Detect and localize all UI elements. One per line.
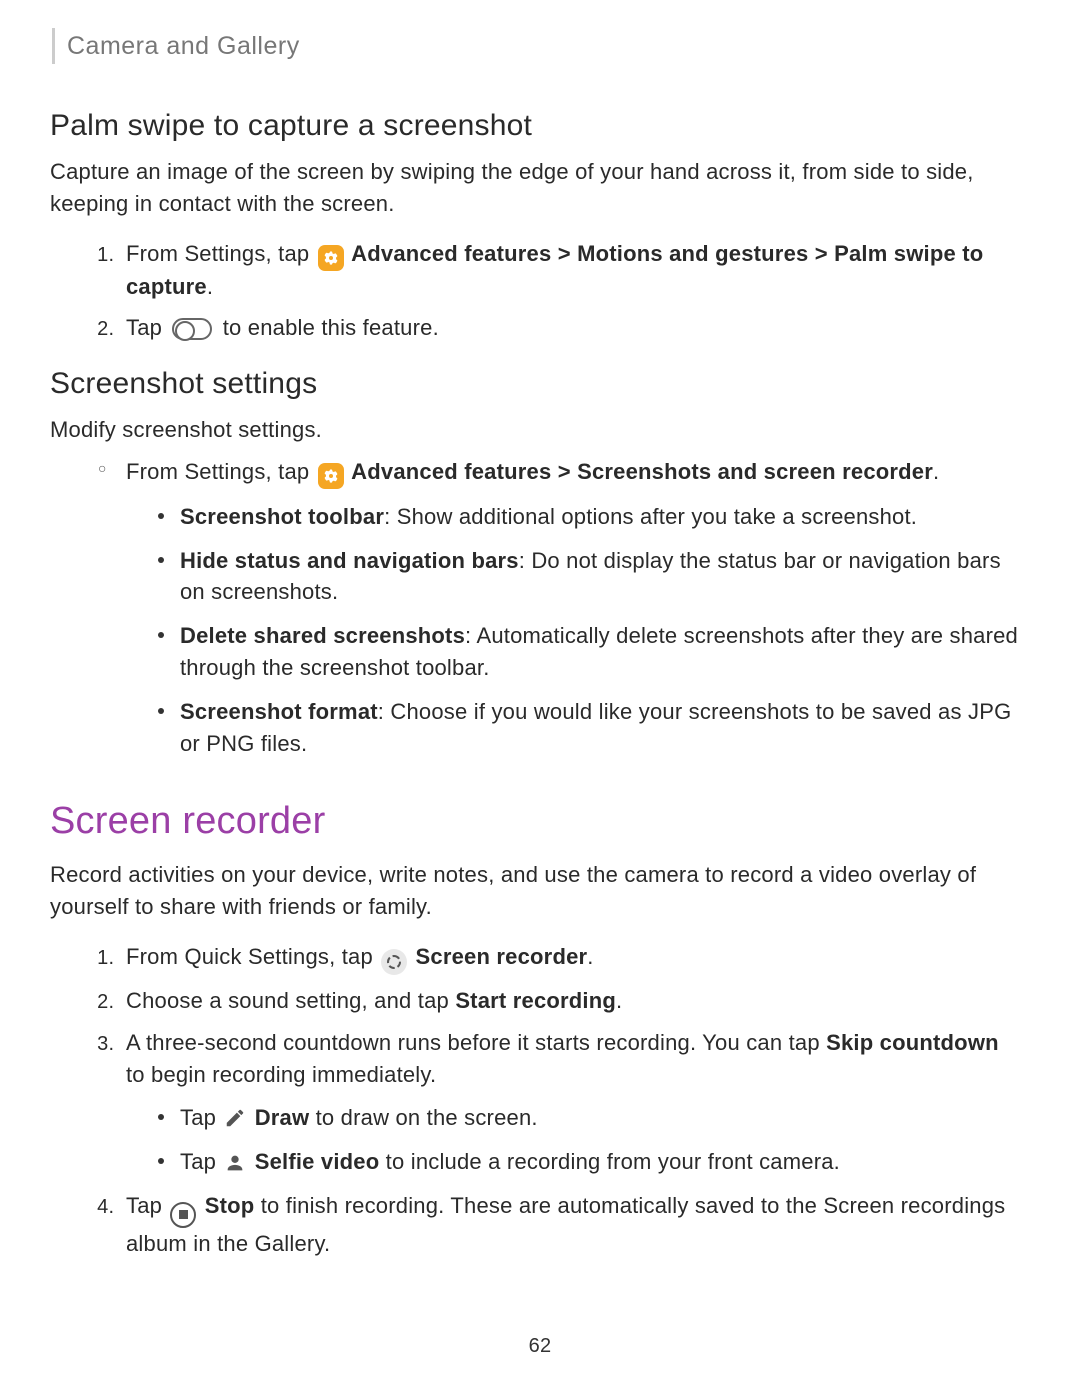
rec-step-4: Tap Stop to finish recording. These are …: [120, 1190, 1020, 1259]
rec-sub-draw: Tap Draw to draw on the screen.: [156, 1102, 1020, 1134]
opt-toolbar: Screenshot toolbar: Show additional opti…: [156, 501, 1020, 533]
text: From Settings, tap: [126, 241, 316, 266]
text-bold: Start recording: [455, 988, 616, 1013]
text-bold: Selfie video: [248, 1149, 379, 1174]
label: Delete shared screenshots: [180, 623, 465, 648]
text: .: [616, 988, 622, 1013]
opt-format: Screenshot format: Choose if you would l…: [156, 696, 1020, 760]
advanced-features-icon: [318, 463, 344, 489]
palm-step-1: From Settings, tap Advanced features > M…: [120, 238, 1020, 303]
heading-screenshot-settings: Screenshot settings: [50, 362, 1020, 406]
advanced-features-icon: [318, 245, 344, 271]
screen-recorder-intro: Record activities on your device, write …: [50, 859, 1020, 923]
screenshot-options: Screenshot toolbar: Show additional opti…: [126, 501, 1020, 760]
toggle-icon: [172, 318, 212, 340]
palm-swipe-steps: From Settings, tap Advanced features > M…: [50, 238, 1020, 345]
rec-step-2: Choose a sound setting, and tap Start re…: [120, 985, 1020, 1017]
text: Tap: [126, 1193, 168, 1218]
text: to finish recording. These are automatic…: [126, 1193, 1005, 1256]
palm-step-2: Tap to enable this feature.: [120, 312, 1020, 344]
label: Screenshot format: [180, 699, 378, 724]
text: to begin recording immediately.: [126, 1062, 436, 1087]
rec-sub-options: Tap Draw to draw on the screen. Tap Self…: [126, 1102, 1020, 1178]
text-bold: Stop: [198, 1193, 254, 1218]
heading-palm-swipe: Palm swipe to capture a screenshot: [50, 104, 1020, 148]
text: to enable this feature.: [216, 315, 439, 340]
text: Choose a sound setting, and tap: [126, 988, 455, 1013]
heading-screen-recorder: Screen recorder: [50, 794, 1020, 849]
text: .: [933, 459, 939, 484]
rec-step-3: A three-second countdown runs before it …: [120, 1027, 1020, 1179]
text-bold: Screen recorder: [409, 944, 587, 969]
label: Screenshot toolbar: [180, 504, 384, 529]
opt-hide-bars: Hide status and navigation bars: Do not …: [156, 545, 1020, 609]
opt-delete-shared: Delete shared screenshots: Automatically…: [156, 620, 1020, 684]
rec-sub-selfie: Tap Selfie video to include a recording …: [156, 1146, 1020, 1178]
screen-recorder-steps: From Quick Settings, tap Screen recorder…: [50, 941, 1020, 1260]
text: A three-second countdown runs before it …: [126, 1030, 826, 1055]
screenshot-settings-lead: From Settings, tap Advanced features > S…: [98, 456, 1020, 760]
text: to include a recording from your front c…: [379, 1149, 840, 1174]
text: .: [207, 274, 213, 299]
text-bold: Advanced features > Screenshots and scre…: [346, 459, 933, 484]
text-bold: Draw: [248, 1105, 309, 1130]
text-bold: Skip countdown: [826, 1030, 999, 1055]
text: Tap: [180, 1105, 222, 1130]
text: to draw on the screen.: [309, 1105, 537, 1130]
text: From Settings, tap: [126, 459, 316, 484]
label: Hide status and navigation bars: [180, 548, 519, 573]
text: Tap: [126, 315, 168, 340]
breadcrumb: Camera and Gallery: [67, 28, 1020, 64]
page-number: 62: [0, 1332, 1080, 1361]
stop-icon: [170, 1202, 196, 1228]
desc: : Show additional options after you take…: [384, 504, 917, 529]
palm-swipe-intro: Capture an image of the screen by swipin…: [50, 156, 1020, 220]
selfie-icon: [224, 1151, 246, 1173]
screenshot-settings-list: From Settings, tap Advanced features > S…: [50, 456, 1020, 760]
draw-icon: [224, 1106, 246, 1128]
screen-recorder-icon: [381, 949, 407, 975]
text: .: [587, 944, 593, 969]
text: Tap: [180, 1149, 222, 1174]
screenshot-settings-intro: Modify screenshot settings.: [50, 414, 1020, 446]
rec-step-1: From Quick Settings, tap Screen recorder…: [120, 941, 1020, 975]
header-breadcrumb-wrap: Camera and Gallery: [52, 28, 1020, 64]
text: From Quick Settings, tap: [126, 944, 379, 969]
